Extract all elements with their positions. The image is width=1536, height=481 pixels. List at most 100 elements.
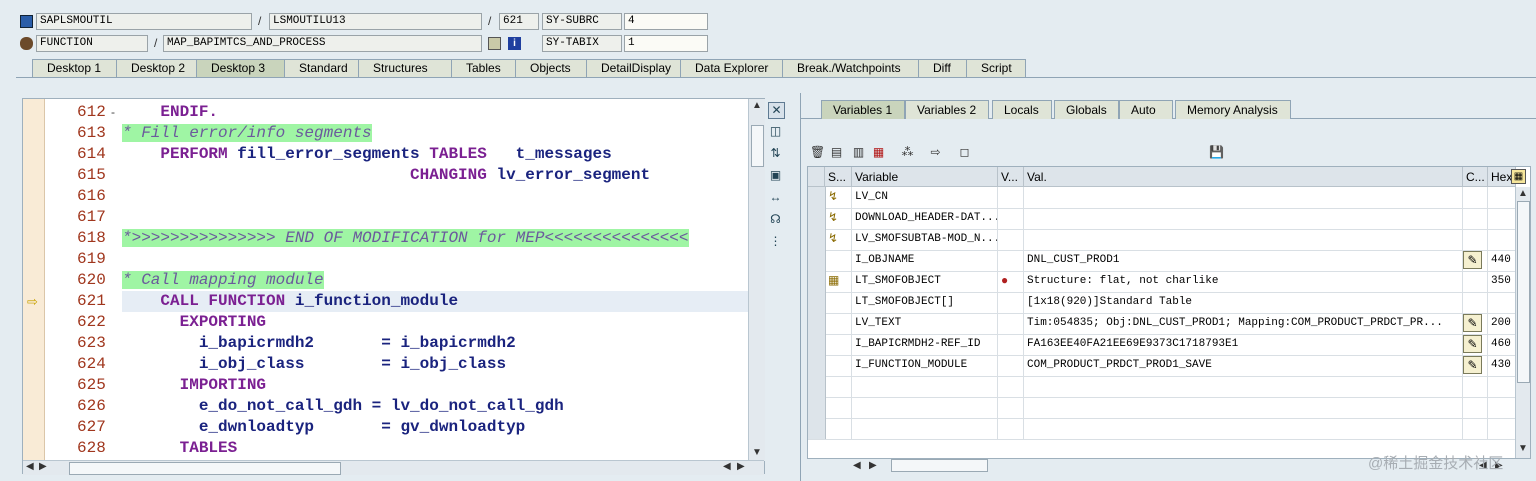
tab-diff[interactable]: Diff	[918, 59, 970, 77]
code-line[interactable]	[122, 207, 748, 228]
code-line[interactable]	[122, 186, 748, 207]
print-icon[interactable]: ▦	[871, 145, 886, 160]
value-cell[interactable]: Structure: flat, not charlike	[1024, 271, 1463, 292]
value-cell[interactable]	[1024, 418, 1463, 439]
tab-memory-analysis[interactable]: Memory Analysis	[1175, 100, 1291, 119]
variable-row[interactable]	[808, 418, 1516, 440]
code-line[interactable]	[122, 249, 748, 270]
value-cell[interactable]: FA163EE40FA21EE69E9373C1718793E1	[1024, 334, 1463, 355]
row-selector[interactable]	[808, 397, 826, 418]
row-selector[interactable]	[808, 334, 826, 355]
tab-standard[interactable]: Standard	[284, 59, 368, 77]
close-icon[interactable]: ✕	[768, 102, 785, 119]
tree-icon[interactable]: ⋮	[768, 234, 783, 249]
variable-row[interactable]: I_OBJNAME DNL_CUST_PROD1 440 ✎	[808, 250, 1516, 272]
swap-icon[interactable]: ⇅	[768, 146, 783, 161]
tree-icon[interactable]: ⁂	[900, 145, 915, 160]
tab-globals[interactable]: Globals	[1054, 100, 1119, 119]
tab-variables-2[interactable]: Variables 2	[905, 100, 989, 119]
grid-vertical-scrollbar[interactable]: ▲ ▼	[1515, 187, 1530, 458]
row-selector[interactable]	[808, 418, 826, 439]
variable-row[interactable]	[808, 376, 1516, 398]
code-line[interactable]: e_dwnloadtyp = gv_dwnloadtyp	[122, 417, 748, 438]
column-header-status[interactable]: S...	[825, 167, 852, 187]
column-layout-icon[interactable]: ▦	[1511, 169, 1526, 184]
info-icon[interactable]: i	[508, 37, 521, 50]
tab-structures[interactable]: Structures	[358, 59, 464, 77]
row-selector[interactable]	[808, 250, 826, 271]
row-selector[interactable]	[808, 271, 826, 292]
code-vertical-scrollbar[interactable]: ▲ ▼	[748, 99, 765, 461]
maximize-icon[interactable]: ▣	[768, 168, 783, 183]
breakpoint-column[interactable]: ⇨	[23, 99, 45, 461]
display-icon[interactable]	[488, 37, 501, 50]
variable-row[interactable]: LT_SMOFOBJECT[] [1x18(920)]Standard Table	[808, 292, 1516, 314]
edit-pencil-icon[interactable]: ✎	[1463, 251, 1482, 269]
code-line[interactable]: PERFORM fill_error_segments TABLES t_mes…	[122, 144, 748, 165]
code-line[interactable]: CHANGING lv_error_segment	[122, 165, 748, 186]
value-cell[interactable]	[1024, 187, 1463, 208]
import-icon[interactable]: ▤	[829, 145, 844, 160]
tab-break-watchpoints[interactable]: Break./Watchpoints	[782, 59, 932, 77]
row-selector[interactable]	[808, 229, 826, 250]
tab-objects[interactable]: Objects	[515, 59, 597, 77]
row-selector[interactable]	[808, 376, 826, 397]
new-icon[interactable]: ◻	[957, 145, 972, 160]
column-header-change[interactable]: C...	[1463, 167, 1488, 187]
edit-pencil-icon[interactable]: ✎	[1463, 356, 1482, 374]
row-selector[interactable]	[808, 313, 826, 334]
value-cell[interactable]: COM_PRODUCT_PRDCT_PROD1_SAVE	[1024, 355, 1463, 376]
variable-row[interactable]: ↯ LV_SMOFSUBTAB-MOD_N...	[808, 229, 1516, 251]
variable-row[interactable]	[808, 397, 1516, 419]
export-icon[interactable]: ▥	[851, 145, 866, 160]
code-line[interactable]: EXPORTING	[122, 312, 748, 333]
code-line[interactable]: * Fill error/info segments	[122, 123, 748, 144]
variable-row[interactable]: I_BAPICRMDH2-REF_ID FA163EE40FA21EE69E937…	[808, 334, 1516, 356]
variable-row[interactable]: LV_TEXT Tim:054835; Obj:DNL_CUST_PROD1; …	[808, 313, 1516, 335]
row-selector[interactable]	[808, 292, 826, 313]
code-line[interactable]: * Call mapping module	[122, 270, 748, 291]
code-editor[interactable]: ENDIF. * Fill error/info segments PERFORM…	[122, 99, 748, 461]
code-line[interactable]: *>>>>>>>>>>>>>>> END OF MODIFICATION for…	[122, 228, 748, 249]
code-line[interactable]: TABLES	[122, 438, 748, 459]
tab-tables[interactable]: Tables	[451, 59, 517, 77]
tab-auto[interactable]: Auto	[1119, 100, 1173, 119]
edit-pencil-icon[interactable]: ✎	[1463, 314, 1482, 332]
resize-icon[interactable]: ↔	[768, 190, 783, 205]
value-cell[interactable]: Tim:054835; Obj:DNL_CUST_PROD1; Mapping:…	[1024, 313, 1463, 334]
value-cell[interactable]	[1024, 208, 1463, 229]
variable-row[interactable]: ↯ DOWNLOAD_HEADER-DAT...	[808, 208, 1516, 230]
row-selector[interactable]	[808, 187, 826, 208]
new-window-icon[interactable]: ◫	[768, 124, 783, 139]
variable-row[interactable]: ▦ LT_SMOFOBJECT ● Structure: flat, not char…	[808, 271, 1516, 293]
variable-row[interactable]: I_FUNCTION_MODULE COM_PRODUCT_PRDCT_PROD1…	[808, 355, 1516, 377]
code-line[interactable]: ENDIF.	[122, 102, 748, 123]
delete-icon[interactable]: 🗑	[810, 145, 825, 160]
arrow-icon[interactable]: ⇨	[928, 145, 943, 160]
grid-settings-icon[interactable]	[808, 167, 825, 187]
tab-script[interactable]: Script	[966, 59, 1026, 77]
code-line[interactable]: i_bapicrmdh2 = i_bapicrmdh2	[122, 333, 748, 354]
tab-locals[interactable]: Locals	[992, 100, 1052, 119]
code-line[interactable]: i_obj_class = i_obj_class	[122, 354, 748, 375]
row-selector[interactable]	[808, 355, 826, 376]
column-header-v[interactable]: V...	[998, 167, 1024, 187]
tab-data-explorer[interactable]: Data Explorer	[680, 59, 796, 77]
value-cell[interactable]: DNL_CUST_PROD1	[1024, 250, 1463, 271]
code-line[interactable]: e_do_not_call_gdh = lv_do_not_call_gdh	[122, 396, 748, 417]
variable-row[interactable]: ↯ LV_CN	[808, 187, 1516, 209]
value-cell[interactable]: [1x18(920)]Standard Table	[1024, 292, 1463, 313]
fold-marker[interactable]: -	[111, 102, 115, 123]
save-icon[interactable]: 💾	[1209, 145, 1224, 160]
value-cell[interactable]	[1024, 397, 1463, 418]
column-header-variable[interactable]: Variable	[852, 167, 998, 187]
value-cell[interactable]	[1024, 376, 1463, 397]
headset-icon[interactable]: ☊	[768, 212, 783, 227]
tab-variables-1[interactable]: Variables 1	[821, 100, 905, 119]
code-horizontal-scrollbar[interactable]: ◀ ▶ ◀ ▶	[23, 460, 764, 475]
code-line[interactable]: IMPORTING	[122, 375, 748, 396]
code-line[interactable]: CALL FUNCTION i_function_module	[122, 291, 748, 312]
value-cell[interactable]	[1024, 229, 1463, 250]
row-selector[interactable]	[808, 208, 826, 229]
column-header-value[interactable]: Val.	[1024, 167, 1463, 187]
